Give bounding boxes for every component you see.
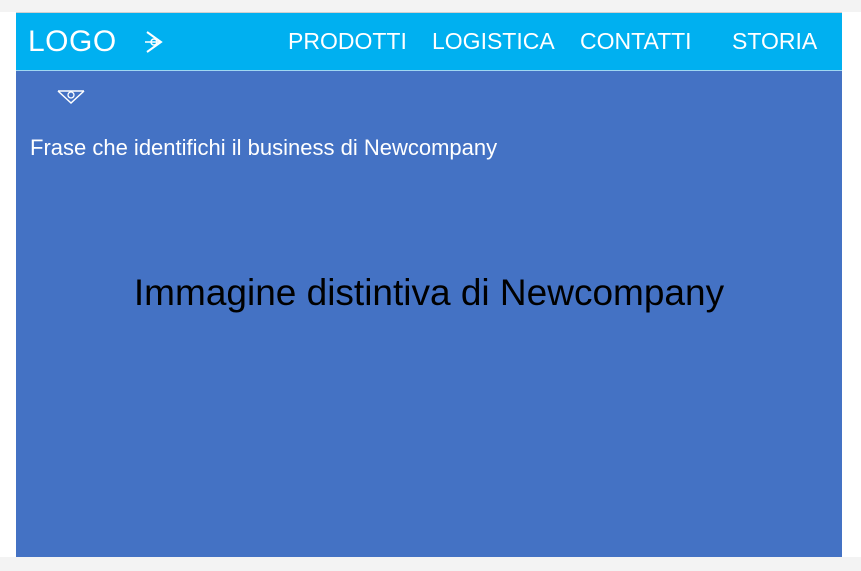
nav-item-prodotti[interactable]: PRODOTTI [288, 27, 407, 55]
arrow-right-icon[interactable] [143, 29, 165, 55]
logo[interactable]: LOGO [28, 25, 117, 59]
website-mockup: LOGO PRODOTTI LOGISTICA CONTATTI STORIA … [16, 12, 842, 557]
chevron-down-icon[interactable] [56, 88, 86, 106]
left-gutter [0, 12, 16, 557]
right-gutter [842, 12, 861, 557]
nav-item-storia[interactable]: STORIA [732, 27, 817, 55]
header-bar: LOGO PRODOTTI LOGISTICA CONTATTI STORIA [16, 13, 842, 71]
page: LOGO PRODOTTI LOGISTICA CONTATTI STORIA … [0, 0, 861, 571]
nav-item-contatti[interactable]: CONTATTI [580, 27, 692, 55]
tagline: Frase che identifichi il business di New… [30, 135, 498, 160]
hero-image-placeholder: Immagine distintiva di Newcompany [133, 272, 725, 313]
nav-item-logistica[interactable]: LOGISTICA [432, 27, 555, 55]
